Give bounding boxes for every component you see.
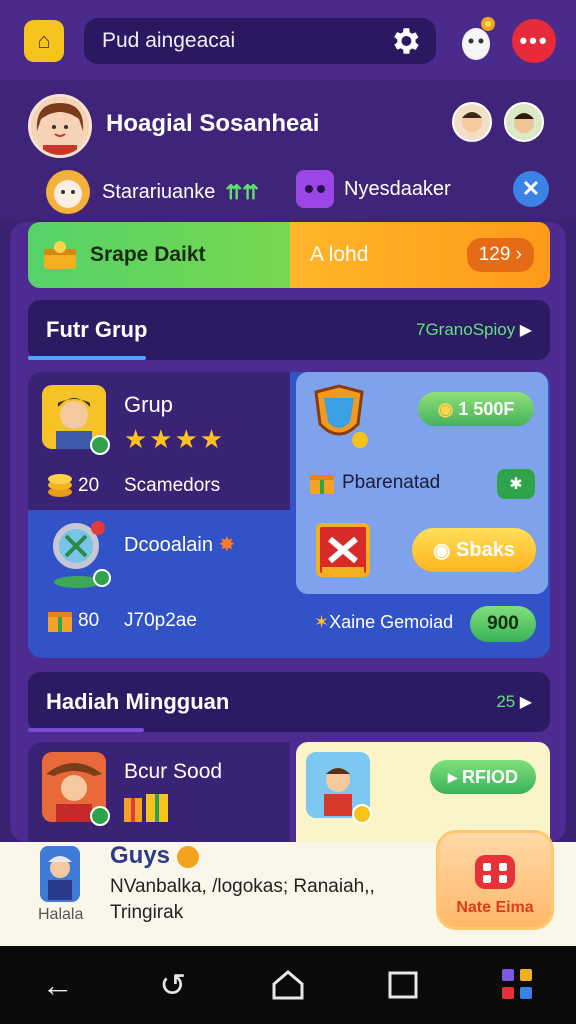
search-text: Pud aingeacai — [102, 29, 236, 52]
yellow-card-button[interactable]: ▸ RFIOD — [430, 760, 536, 794]
gear-icon[interactable] — [388, 24, 422, 58]
mascot-icon[interactable] — [456, 14, 500, 64]
download-label: J70p2ae — [124, 610, 197, 631]
star-icon: ✶ — [314, 612, 330, 632]
promo-right-label: A lohd — [310, 243, 369, 266]
sun-badge-icon — [46, 170, 90, 214]
cowboy-avatar-icon — [42, 752, 110, 826]
claim-button[interactable]: ◉ Sbaks — [412, 528, 536, 572]
section-link-1[interactable]: 7GranoSpioy ▶ — [416, 320, 532, 340]
section-link-2[interactable]: 25 ▶ — [496, 692, 532, 712]
rewards-label: Pbarenatad — [342, 472, 441, 493]
friend-avatar-1[interactable] — [452, 102, 492, 142]
rating-stars: ★★★★ — [124, 424, 226, 454]
ad-cta-button[interactable]: Nate Eima — [436, 830, 554, 930]
bottom-reward-value[interactable]: 900 — [470, 606, 536, 642]
close-button[interactable]: ✕ — [513, 171, 549, 207]
badge-item-2[interactable]: Nyesdaaker — [296, 170, 451, 208]
promo-left[interactable]: Srape Daikt — [28, 222, 290, 288]
app-switcher-icon[interactable] — [494, 961, 542, 1009]
ad-line-2: Tringirak — [110, 902, 184, 923]
download-count: 80 — [78, 610, 100, 631]
friend-avatar-2[interactable] — [504, 102, 544, 142]
app-logo-icon[interactable]: ⌂ — [24, 20, 64, 62]
group-coin-label: Scamedors — [124, 475, 221, 496]
badge-item-1[interactable]: Starariuanke ⇈⇈ — [44, 168, 259, 216]
back-icon[interactable]: ← — [34, 961, 82, 1009]
chevron-right-icon: ▶ — [519, 694, 532, 711]
gamepad-icon — [475, 855, 515, 889]
claim-button-label: Sbaks — [456, 538, 515, 561]
price-label: 1 500F — [458, 398, 515, 419]
bottom-reward-label: ✶Xaine Gemoiad — [314, 612, 453, 633]
group-coin-count: 20 — [78, 475, 100, 496]
section-header-1[interactable]: Futr Grup 7GranoSpioy ▶ — [28, 300, 550, 360]
shield-badge-icon — [314, 384, 368, 448]
gift-box-icon — [48, 612, 72, 632]
paw-icon: ✱ — [509, 476, 523, 493]
kid-avatar-icon — [306, 752, 372, 824]
group-avatar-icon — [42, 385, 110, 455]
magnifier-icon — [53, 521, 111, 588]
ad-badge-icon — [176, 845, 199, 868]
coin-stack-icon — [48, 474, 72, 497]
section-header-2[interactable]: Hadiah Mingguan 25 ▶ — [28, 672, 550, 732]
treasure-icon — [44, 241, 76, 269]
coin-icon: ◉ — [437, 398, 454, 419]
user-avatar[interactable] — [28, 94, 92, 158]
section-title-2: Hadiah Mingguan — [46, 689, 230, 714]
group-title: Grup — [124, 392, 173, 417]
promo-left-label: Srape Daikt — [90, 243, 206, 266]
bear-card-title: Bcur Sood — [124, 760, 223, 783]
section-link-text-1: 7GranoSpioy — [416, 320, 516, 339]
gift-icon — [310, 475, 334, 494]
search-bar[interactable]: Pud aingeacai — [84, 18, 436, 64]
sparkle-icon: ✸ — [218, 534, 236, 556]
section-link-value-2: 25 — [496, 692, 516, 711]
arrows-icon: ⇈⇈ — [225, 181, 259, 204]
paw-button[interactable]: ✱ — [497, 469, 535, 499]
promo-pill-value: 129 — [478, 244, 511, 265]
download-title-text: Dcooalain — [124, 534, 213, 556]
recents-icon[interactable] — [379, 961, 427, 1009]
ad-cta-label: Nate Eima — [456, 899, 534, 916]
badge-label-1: Starariuanke — [102, 180, 216, 203]
chevron-right-icon: ▶ — [519, 322, 532, 339]
section-underline-1 — [28, 356, 146, 360]
price-pill[interactable]: ◉ 1 500F — [418, 392, 534, 426]
coin-icon: ◉ — [433, 539, 451, 562]
game-badge-icon — [296, 170, 334, 208]
section-underline-2 — [28, 728, 144, 732]
badge-label-2: Nyesdaaker — [344, 177, 451, 200]
promo-banner[interactable]: Srape Daikt A lohd 129 › — [28, 222, 550, 288]
promo-right[interactable]: A lohd 129 › — [290, 222, 550, 288]
ad-title-text: Guys — [110, 842, 171, 869]
gifts-icon — [124, 794, 168, 822]
refresh-icon[interactable]: ↺ — [149, 961, 197, 1009]
yellow-card-button-label: RFIOD — [462, 766, 519, 787]
chevron-right-icon: ▸ — [447, 766, 458, 787]
user-name: Hoagial Sosanheai — [106, 110, 320, 137]
ad-app-label: Halala — [38, 906, 84, 923]
ad-title: Guys — [110, 842, 199, 870]
more-button[interactable]: ••• — [512, 19, 556, 63]
system-nav-bar: ← ↺ — [0, 946, 576, 1024]
bottom-reward-text: Xaine Gemoiad — [329, 612, 454, 632]
download-title: Dcooalain ✸ — [124, 532, 235, 557]
banner-flag-icon — [316, 523, 370, 577]
chevron-right-icon: › — [515, 244, 522, 265]
promo-pill[interactable]: 129 › — [466, 238, 534, 272]
ad-line-1: NVanbalka, /logokas; Ranaiah,, — [110, 876, 375, 897]
section-title-1: Futr Grup — [46, 317, 148, 342]
home-icon[interactable] — [264, 961, 312, 1009]
ad-app-icon[interactable] — [40, 846, 80, 902]
